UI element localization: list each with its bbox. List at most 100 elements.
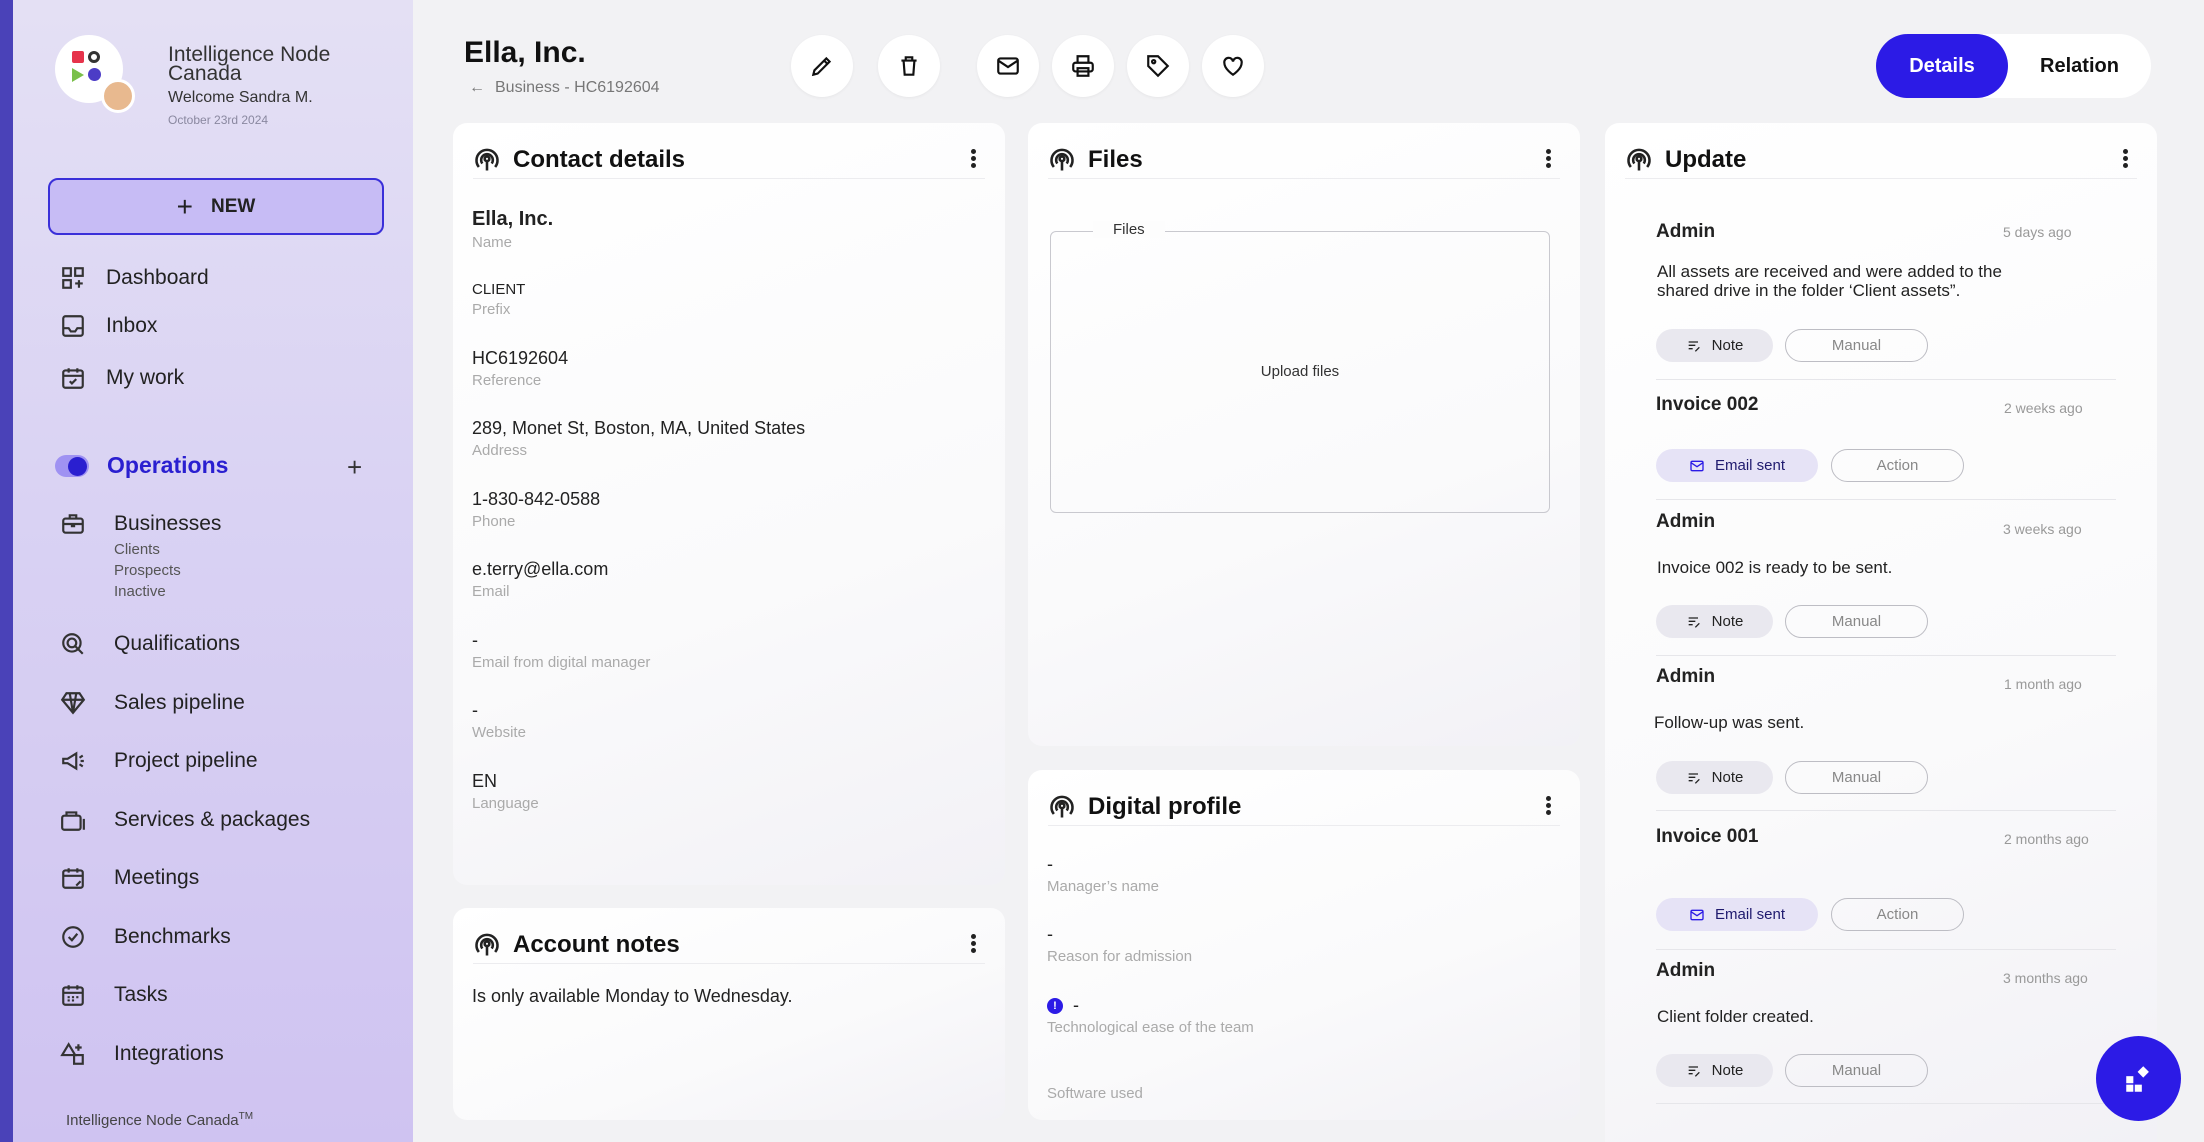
card-title: Digital profile [1088, 792, 1242, 820]
update-text: Client folder created. [1657, 1007, 1814, 1026]
tab-details[interactable]: Details [1876, 34, 2008, 98]
note-icon [1688, 340, 1700, 352]
back-arrow-icon[interactable]: ← [469, 79, 485, 97]
update-divider [1656, 949, 2116, 950]
upload-dropzone[interactable]: Files Upload files [1050, 221, 1550, 513]
note-icon [1688, 772, 1700, 784]
type-tag[interactable]: Manual [1785, 1054, 1928, 1087]
mail-icon [1690, 460, 1704, 471]
note-tag[interactable]: Note [1656, 329, 1773, 362]
update-time: 5 days ago [2003, 224, 2072, 240]
nav-project-pipeline[interactable]: Project pipeline [60, 748, 258, 774]
edit-button[interactable] [791, 35, 853, 97]
inbox-icon [62, 315, 84, 337]
update-divider [1656, 379, 2116, 380]
type-tag[interactable]: Manual [1785, 329, 1928, 362]
nav-businesses[interactable]: Businesses [60, 511, 221, 537]
note-icon [1688, 616, 1700, 628]
delete-button[interactable] [878, 35, 940, 97]
files-card: Files Files Upload files [1028, 123, 1580, 746]
calendar-check-icon [62, 368, 84, 389]
upload-legend: Files [1093, 221, 1165, 238]
printer-icon [1072, 55, 1094, 77]
more-menu-icon[interactable] [2115, 147, 2135, 171]
more-menu-icon[interactable] [963, 147, 983, 171]
sidebar-edge [0, 0, 13, 1142]
favorite-button[interactable] [1202, 35, 1264, 97]
mail-icon [997, 57, 1019, 75]
info-icon: ! [1047, 997, 1063, 1014]
update-text: Follow-up was sent. [1654, 713, 1805, 732]
field-email: e.terry@ella.com Email [472, 559, 609, 600]
tab-relation[interactable]: Relation [2008, 34, 2151, 98]
nav-services-packages[interactable]: Services & packages [60, 807, 310, 833]
nav-qualifications[interactable]: Qualifications [60, 631, 240, 657]
breadcrumb[interactable]: ← Business - HC6192604 [469, 79, 660, 97]
type-tag[interactable]: Action [1831, 898, 1964, 931]
broadcast-icon [1625, 146, 1653, 174]
new-button[interactable]: + NEW [48, 178, 384, 235]
email-sent-tag[interactable]: Email sent [1656, 898, 1818, 931]
mail-icon [1690, 909, 1704, 920]
nav-benchmarks[interactable]: Benchmarks [60, 924, 231, 950]
add-operation-button[interactable]: + [347, 452, 362, 483]
nav-meetings[interactable]: Meetings [60, 865, 199, 891]
type-tag[interactable]: Action [1831, 449, 1964, 482]
page-title: Ella, Inc. [464, 36, 586, 69]
email-sent-tag[interactable]: Email sent [1656, 449, 1818, 482]
section-operations[interactable]: Operations [55, 452, 228, 479]
more-menu-icon[interactable] [1538, 147, 1558, 171]
sidebar-footer: Intelligence Node CanadaTM [66, 1111, 254, 1129]
nav-prospects[interactable]: Prospects [114, 562, 181, 579]
briefcase-stack-icon [61, 811, 85, 831]
widgets-fab-button[interactable] [2096, 1036, 2181, 1121]
type-tag[interactable]: Manual [1785, 761, 1928, 794]
type-tag[interactable]: Manual [1785, 605, 1928, 638]
update-author: Admin [1656, 221, 1716, 242]
update-divider [1656, 1103, 2116, 1104]
tag-button[interactable] [1127, 35, 1189, 97]
more-menu-icon[interactable] [963, 932, 983, 956]
note-icon [1688, 1065, 1700, 1077]
nav-sales-pipeline[interactable]: Sales pipeline [60, 690, 245, 716]
briefcase-icon [62, 514, 84, 534]
field-address: 289, Monet St, Boston, MA, United States… [472, 418, 806, 459]
welcome-text: Welcome Sandra M. [168, 89, 313, 106]
broadcast-icon [473, 146, 501, 174]
nav-tasks[interactable]: Tasks [60, 982, 168, 1008]
org-name: Intelligence Node Canada [168, 43, 331, 85]
account-notes-card: Account notes Is only available Monday t… [453, 908, 1005, 1120]
calendar-edit-icon [62, 868, 84, 889]
more-menu-icon[interactable] [1538, 794, 1558, 818]
widgets-icon [2125, 1065, 2149, 1092]
email-button[interactable] [977, 35, 1039, 97]
card-title: Files [1088, 145, 1143, 173]
avatar [101, 79, 135, 113]
dashboard-icon [62, 267, 84, 289]
trash-icon [901, 56, 917, 76]
note-tag[interactable]: Note [1656, 1054, 1773, 1087]
calendar-icon [62, 985, 84, 1006]
current-date: October 23rd 2024 [168, 113, 269, 127]
update-divider [1656, 810, 2116, 811]
update-time: 1 month ago [2004, 676, 2082, 692]
update-author: Invoice 001 [1656, 826, 1759, 847]
org-logo [55, 35, 135, 113]
nav-inbox[interactable]: Inbox [60, 313, 157, 339]
field-software-used: Software used [1047, 1085, 1143, 1102]
nav-clients[interactable]: Clients [114, 541, 160, 558]
nav-inactive[interactable]: Inactive [114, 583, 166, 600]
print-button[interactable] [1052, 35, 1114, 97]
operations-toggle-icon [55, 454, 89, 478]
card-title: Contact details [513, 145, 686, 173]
upload-label: Upload files [1260, 363, 1340, 380]
nav-integrations[interactable]: Integrations [60, 1041, 224, 1067]
note-tag[interactable]: Note [1656, 605, 1773, 638]
nav-my-work[interactable]: My work [60, 365, 184, 391]
update-author: Admin [1656, 511, 1716, 532]
plus-icon: + [176, 190, 194, 222]
field-phone: 1-830-842-0588 Phone [472, 489, 601, 530]
nav-dashboard[interactable]: Dashboard [60, 265, 209, 291]
field-language: EN Language [472, 771, 539, 812]
note-tag[interactable]: Note [1656, 761, 1773, 794]
